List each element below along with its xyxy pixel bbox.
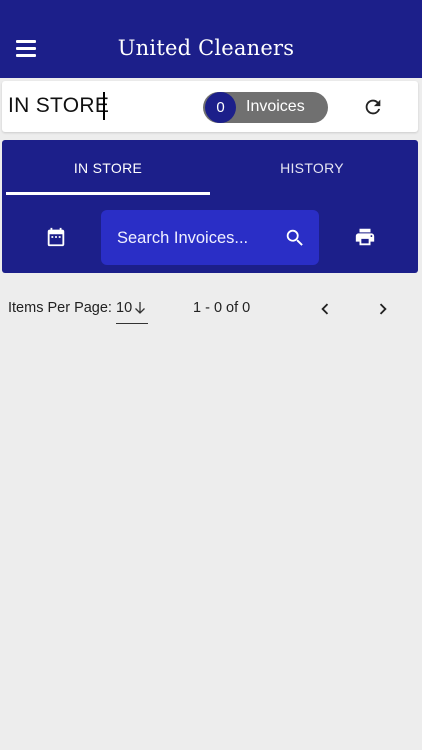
store-label: IN STORE [8,94,110,117]
search-input[interactable] [117,227,267,249]
text-cursor [103,92,105,120]
arrow-down-icon [134,301,146,315]
print-icon[interactable] [353,226,377,248]
tab-in-store[interactable]: IN STORE [6,160,210,176]
search-icon[interactable] [284,227,306,249]
items-per-page-select[interactable]: 10 [116,298,148,324]
invoice-label: Invoices [246,98,305,115]
chevron-right-icon[interactable] [372,298,394,320]
app-bar: United Cleaners [0,0,422,78]
chevron-left-icon[interactable] [314,298,336,320]
refresh-icon[interactable] [362,96,384,118]
search-box [101,210,319,265]
invoice-panel: IN STORE HISTORY [2,140,418,273]
tab-history[interactable]: HISTORY [212,160,412,176]
invoice-list [0,340,422,750]
active-tab-indicator [6,192,210,195]
pagination-bar: Items Per Page: 10 1 - 0 of 0 [0,290,422,330]
invoice-count-badge[interactable]: 0 Invoices [203,92,328,123]
page-range: 1 - 0 of 0 [193,300,251,316]
invoice-count: 0 [205,92,236,123]
app-title: United Cleaners [117,36,295,60]
store-status-card: IN STORE 0 Invoices [2,81,418,132]
calendar-icon[interactable] [45,226,67,248]
items-per-page-value: 10 [116,300,133,316]
items-per-page-label: Items Per Page: [8,300,112,316]
